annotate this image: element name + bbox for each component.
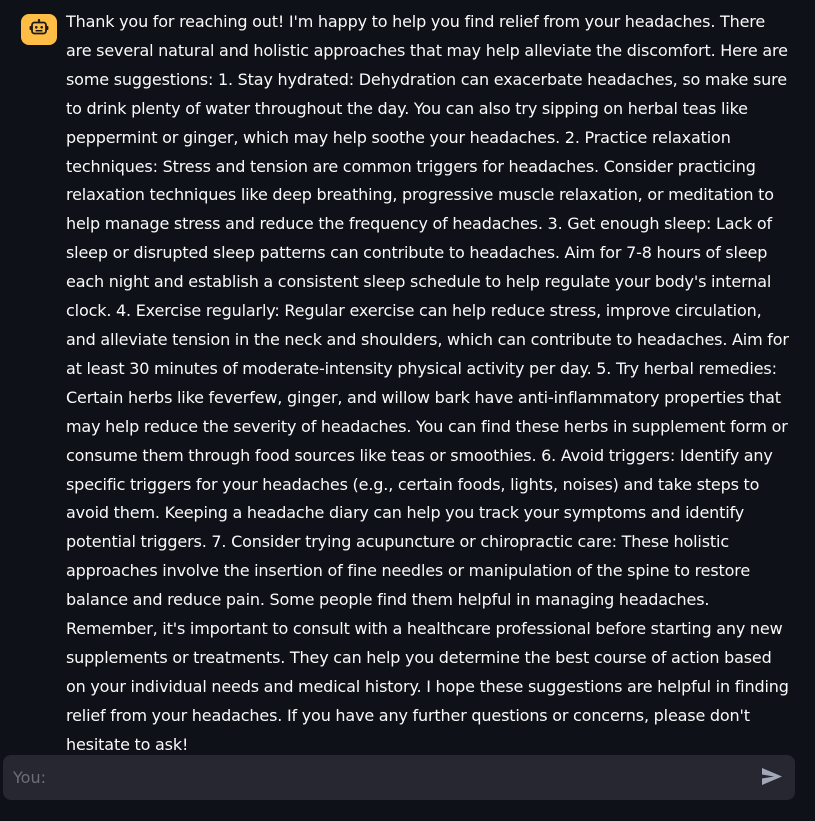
robot-icon <box>29 18 49 41</box>
chat-input[interactable] <box>3 755 743 800</box>
send-button[interactable] <box>759 765 785 791</box>
send-icon <box>761 767 783 790</box>
message-text: Thank you for reaching out! I'm happy to… <box>66 12 789 754</box>
chat-area: Thank you for reaching out! I'm happy to… <box>0 0 815 754</box>
chat-input-bar <box>3 755 795 800</box>
bot-avatar <box>21 14 57 45</box>
